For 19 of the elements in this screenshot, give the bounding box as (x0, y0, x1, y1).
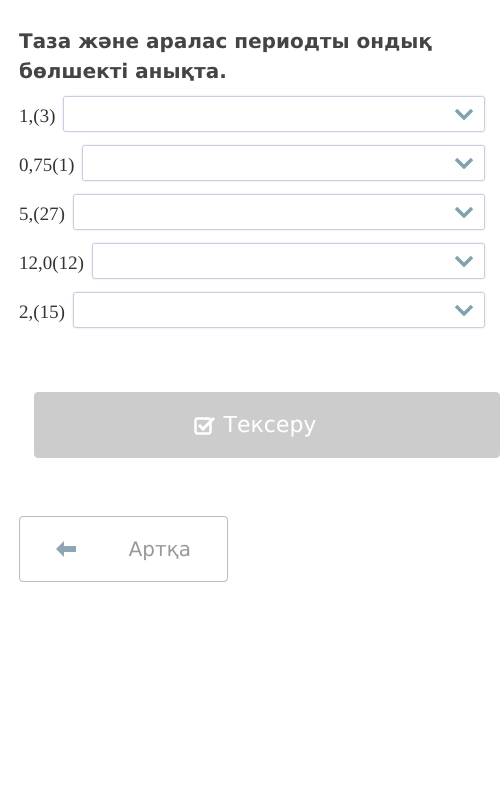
chevron-down-icon (454, 206, 474, 218)
number-label: 1,(3) (19, 106, 56, 128)
arrow-left-icon (56, 541, 76, 557)
answer-dropdown[interactable] (92, 243, 485, 279)
back-button[interactable]: Артқа (19, 516, 228, 582)
answer-dropdown[interactable] (72, 194, 485, 230)
answer-dropdown[interactable] (72, 292, 485, 328)
question-title: Таза және аралас периодты ондық бөлшекті анықта. (19, 28, 433, 85)
number-label: 0,75(1) (19, 155, 74, 177)
chevron-down-icon (454, 157, 474, 169)
checkbox-icon (194, 415, 216, 435)
chevron-down-icon (454, 304, 474, 316)
number-label: 2,(15) (19, 302, 65, 324)
answer-dropdown[interactable] (63, 96, 485, 132)
number-label: 12,0(12) (19, 253, 84, 275)
chevron-down-icon (454, 108, 474, 120)
number-label: 5,(27) (19, 204, 65, 226)
answer-dropdown[interactable] (82, 145, 485, 181)
chevron-down-icon (454, 255, 474, 267)
